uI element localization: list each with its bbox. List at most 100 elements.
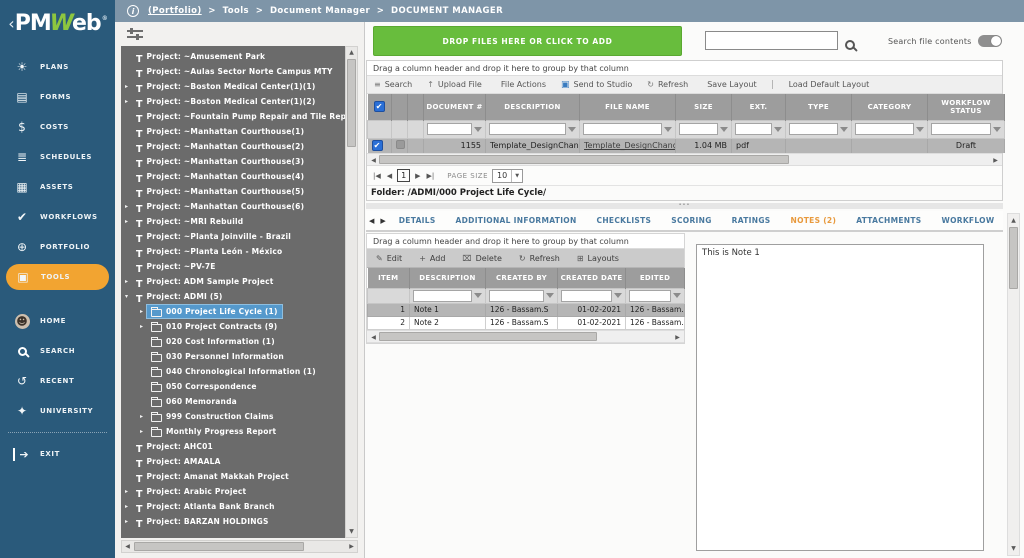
sidebar-item-university[interactable]: ✦ UNIVERSITY [0, 396, 115, 426]
filter-input[interactable] [489, 289, 544, 302]
scrollbar-thumb[interactable] [134, 542, 304, 551]
file-name-link[interactable]: Template_DesignChange [579, 138, 676, 153]
tree-item[interactable]: ▸ 999 Construction Claims [121, 409, 345, 424]
sidebar-item-schedules[interactable]: ≣ SCHEDULES [0, 142, 115, 172]
column-header[interactable]: TYPE [785, 94, 852, 120]
filter-icon[interactable] [664, 126, 672, 132]
tree-node[interactable]: Project: Amanat Makkah Project [132, 470, 293, 483]
page-size-select[interactable]: 10 ▼ [492, 168, 524, 183]
tree-item[interactable]: 040 Chronological Information (1) [121, 364, 345, 379]
column-header[interactable]: ITEM [367, 268, 410, 288]
filter-input[interactable] [629, 289, 671, 302]
tree-node[interactable]: Project: ~Manhattan Courthouse(5) [132, 185, 308, 198]
tab[interactable]: ATTACHMENTS [846, 211, 931, 230]
tree-item[interactable]: ▸ Project: BARZAN HOLDINGS [121, 514, 345, 529]
sidebar-item-forms[interactable]: ▤ FORMS [0, 82, 115, 112]
toolbar-button[interactable]: File Actions [497, 80, 546, 89]
panel-vertical-scrollbar[interactable] [1007, 213, 1020, 556]
tree-item[interactable]: Project: ~Manhattan Courthouse(2) [121, 139, 345, 154]
sidebar-item-workflows[interactable]: ✔ WORKFLOWS [0, 202, 115, 232]
scroll-right-icon[interactable] [346, 541, 357, 552]
note-text-area[interactable]: This is Note 1 [696, 244, 984, 551]
tree-node[interactable]: Project: Arabic Project [132, 485, 250, 498]
expander-icon[interactable]: ▸ [121, 98, 132, 105]
scroll-up-icon[interactable] [1008, 215, 1019, 226]
tree-item[interactable]: ▸ Monthly Progress Report [121, 424, 345, 439]
tab[interactable]: NOTES (2) [781, 211, 847, 230]
tree-node[interactable]: Project: ~Boston Medical Center(1)(2) [132, 95, 319, 108]
scrollbar-thumb[interactable] [1009, 227, 1018, 289]
filter-icon[interactable] [840, 126, 848, 132]
next-page-button[interactable]: ▶ [414, 172, 421, 180]
tree-node[interactable]: Monthly Progress Report [147, 425, 280, 438]
tabs-scroll-right-icon[interactable]: ▶ [377, 217, 388, 225]
tree-node[interactable]: 020 Cost Information (1) [147, 335, 279, 348]
scroll-left-icon[interactable] [368, 332, 379, 343]
sidebar-item-portfolio[interactable]: ⊕ PORTFOLIO [0, 232, 115, 262]
filter-icon[interactable] [916, 126, 924, 132]
file-search-input[interactable] [705, 31, 838, 50]
tree-item[interactable]: 030 Personnel Information [121, 349, 345, 364]
tree-item[interactable]: ▸ Project: ADM Sample Project [121, 274, 345, 289]
filter-icon[interactable] [993, 126, 1001, 132]
tree-node[interactable]: 060 Memoranda [147, 395, 241, 408]
previous-page-button[interactable]: ◀ [386, 172, 393, 180]
toolbar-button[interactable]: ⊞ Layouts [577, 254, 619, 263]
tab[interactable]: WORKFLOW [932, 211, 1004, 230]
tree-node[interactable]: 040 Chronological Information (1) [147, 365, 320, 378]
filter-icon[interactable] [614, 293, 622, 298]
expander-icon[interactable]: ▸ [136, 428, 147, 435]
tree-item[interactable]: 020 Cost Information (1) [121, 334, 345, 349]
breadcrumb-item[interactable]: Tools [223, 6, 270, 16]
tab[interactable]: CHECKLISTS [587, 211, 662, 230]
scrollbar-thumb[interactable] [347, 59, 356, 147]
notes-group-by-bar[interactable]: Drag a column header and drop it here to… [367, 234, 684, 249]
scroll-left-icon[interactable] [122, 541, 133, 552]
filter-input[interactable] [931, 123, 991, 135]
select-all-checkbox[interactable] [373, 101, 385, 113]
filter-input[interactable] [413, 289, 472, 302]
tree-item[interactable]: Project: Amanat Makkah Project [121, 469, 345, 484]
tree-node[interactable]: Project: ~Amusement Park [132, 50, 269, 63]
column-header[interactable]: EDITED [625, 268, 685, 288]
tree-item[interactable]: ▸ Project: Atlanta Bank Branch [121, 499, 345, 514]
tree-node[interactable]: Project: ~Manhattan Courthouse(6) [132, 200, 308, 213]
sidebar-item-tools[interactable]: ▣ TOOLS [6, 264, 109, 290]
filter-input[interactable] [789, 123, 838, 135]
tab[interactable]: DETAILS [389, 211, 446, 230]
tree-node[interactable]: Project: ~MRI Rebuild [132, 215, 247, 228]
scroll-up-icon[interactable] [346, 47, 357, 58]
expander-icon[interactable]: ▸ [121, 503, 132, 510]
toolbar-button[interactable]: ↑ Upload File [427, 80, 482, 89]
note-row[interactable]: 2 Note 2 126 - Bassam.S 01-02-2021 126 -… [367, 315, 685, 330]
tab[interactable]: RATINGS [722, 211, 781, 230]
tree-item[interactable]: ▸ Project: ~Boston Medical Center(1)(1) [121, 79, 345, 94]
tree-node[interactable]: Project: ~Fountain Pump Repair and Tile … [132, 110, 345, 123]
tree-node[interactable]: 999 Construction Claims [147, 410, 278, 423]
tree-node[interactable]: Project: ~Aulas Sector Norte Campus MTY [132, 65, 337, 78]
row-checkbox[interactable] [371, 140, 383, 152]
tree-item[interactable]: 060 Memoranda [121, 394, 345, 409]
filter-icon[interactable] [474, 126, 482, 132]
drop-files-button[interactable]: DROP FILES HERE OR CLICK TO ADD [373, 26, 682, 56]
search-icon[interactable] [845, 35, 855, 54]
toolbar-button[interactable]: Load Default Layout [771, 80, 869, 89]
toolbar-button[interactable]: ⌧ Delete [462, 254, 502, 263]
sidebar-item-plans[interactable]: ☀ PLANS [0, 52, 115, 82]
tab[interactable]: SCORING [661, 211, 721, 230]
column-header[interactable]: CREATED BY [485, 268, 558, 288]
filter-icon[interactable] [568, 126, 576, 132]
search-file-contents-toggle[interactable] [977, 35, 1002, 47]
breadcrumb-item[interactable]: DOCUMENT MANAGER [391, 6, 503, 16]
column-header[interactable]: EXT. [731, 94, 786, 120]
tree-node[interactable]: Project: ~Planta Joinville - Brazil [132, 230, 295, 243]
filter-input[interactable] [855, 123, 914, 135]
tree-node[interactable]: Project: BARZAN HOLDINGS [132, 515, 273, 528]
tree-node[interactable]: Project: AMAALA [132, 455, 225, 468]
note-row[interactable]: 1 Note 1 126 - Bassam.S 01-02-2021 126 -… [367, 302, 685, 317]
tree-item[interactable]: ▸ Project: ~MRI Rebuild [121, 214, 345, 229]
tree-item[interactable]: Project: ~PV-7E [121, 259, 345, 274]
tree-node[interactable]: 000 Project Life Cycle (1) [147, 305, 282, 318]
documents-horizontal-scrollbar[interactable] [367, 153, 1002, 166]
toolbar-button[interactable]: + Add [419, 254, 445, 263]
